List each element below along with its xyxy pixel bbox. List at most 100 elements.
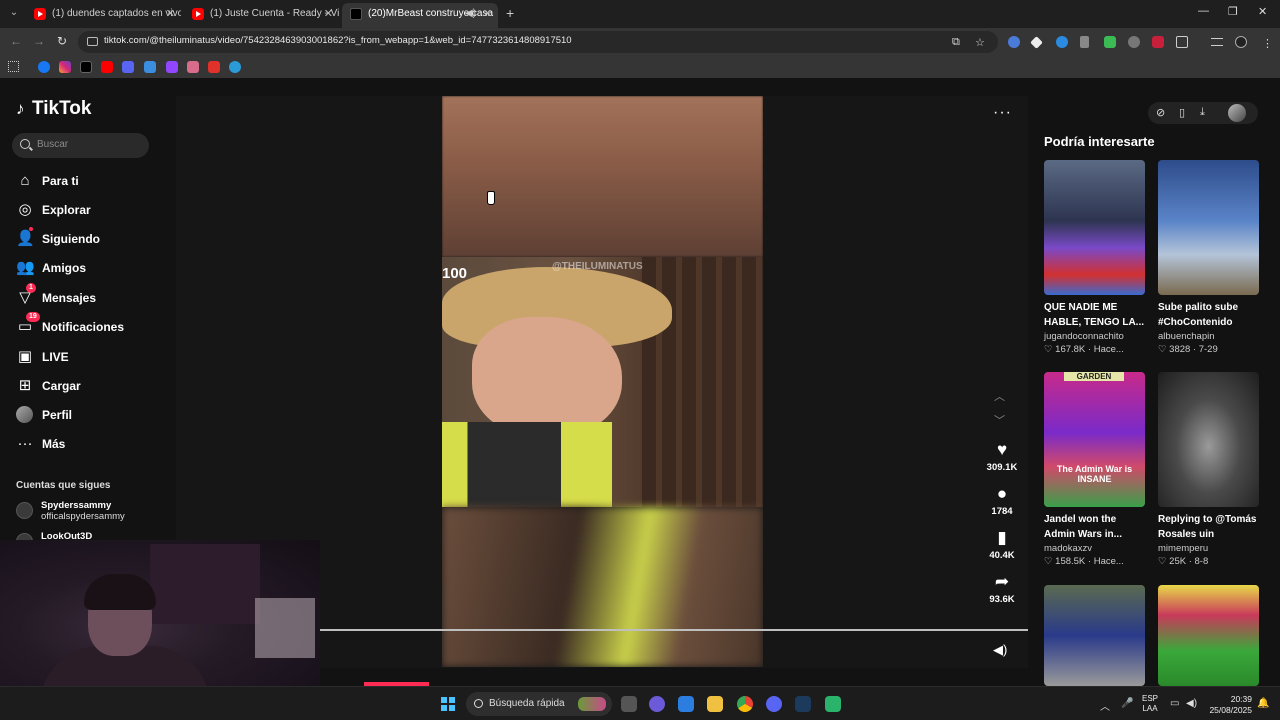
discord-icon[interactable] xyxy=(766,696,782,712)
input-language[interactable]: ESP LAA xyxy=(1142,694,1158,714)
more-options-icon[interactable]: ··· xyxy=(993,104,1012,122)
video-thumbnail[interactable] xyxy=(1158,160,1259,295)
next-video-icon[interactable]: ﹀ xyxy=(994,412,1005,428)
extension-icon[interactable] xyxy=(1128,36,1140,48)
nav-item-cargar[interactable]: ⊞ Cargar xyxy=(16,375,166,397)
card-title[interactable]: QUE NADIE ME HABLE, TENGO LA... xyxy=(1044,300,1145,330)
share-button[interactable]: ➦ 93.6K xyxy=(982,572,1022,605)
back-icon[interactable]: ← xyxy=(10,34,22,48)
suggested-video-card[interactable]: Replying to @Tomás Rosales uin especia..… xyxy=(1158,372,1259,567)
suggested-video-card[interactable]: QUE NADIE ME HABLE, TENGO LA... jugandoc… xyxy=(1044,160,1145,355)
system-clock[interactable]: 20:39 25/08/2025 xyxy=(1206,694,1252,716)
search-input[interactable]: Buscar xyxy=(12,133,149,158)
tray-overflow-icon[interactable]: ︿ xyxy=(1100,698,1110,713)
nav-item-siguiendo[interactable]: 👤 Siguiendo xyxy=(16,227,166,250)
store-icon[interactable] xyxy=(678,696,694,712)
close-window-icon[interactable]: ✕ xyxy=(1258,5,1267,18)
suggested-video-card[interactable] xyxy=(1158,585,1259,686)
profile-avatar[interactable] xyxy=(1235,36,1247,48)
apps-grid-icon[interactable] xyxy=(8,61,19,72)
nav-item-notificaciones[interactable]: ▭ 19 Notificaciones xyxy=(16,312,166,338)
suggested-video-card[interactable]: GARDEN The Admin War is INSANE Jandel wo… xyxy=(1044,372,1145,567)
save-button[interactable]: ▮ 40.4K xyxy=(982,528,1022,561)
site-info-icon[interactable] xyxy=(87,37,98,46)
bookmark-star-icon[interactable]: ☆ xyxy=(975,36,985,49)
nav-item-live[interactable]: ▣ LIVE xyxy=(16,346,166,368)
following-account[interactable]: Spyderssammy officalspydersammy xyxy=(16,500,166,522)
browser-menu-icon[interactable]: ⋮ xyxy=(1262,37,1273,50)
suggested-video-card[interactable]: Sube palito sube #ChoContenido albuencha… xyxy=(1158,160,1259,355)
video-thumbnail[interactable] xyxy=(1158,372,1259,507)
extension-icon[interactable] xyxy=(1104,36,1116,48)
extension-icon[interactable] xyxy=(1056,36,1068,48)
discord-icon[interactable] xyxy=(122,61,134,73)
nav-item-mensajes[interactable]: ▽ 1 Mensajes xyxy=(16,283,166,309)
new-tab-button[interactable]: + xyxy=(506,5,514,21)
bookmark-icon[interactable] xyxy=(187,61,199,73)
task-view-icon[interactable] xyxy=(621,696,637,712)
card-title[interactable]: Replying to @Tomás Rosales uin especia..… xyxy=(1158,512,1259,542)
video-thumbnail[interactable] xyxy=(1044,160,1145,295)
bookmark-icon[interactable] xyxy=(208,61,220,73)
device-icon[interactable]: ▯ xyxy=(1179,106,1185,119)
comment-button[interactable]: ● 1784 xyxy=(982,484,1022,517)
reading-list-icon[interactable] xyxy=(1211,38,1223,46)
teams-icon[interactable] xyxy=(649,696,665,712)
reload-icon[interactable]: ↻ xyxy=(57,34,67,48)
card-title[interactable]: Sube palito sube #ChoContenido xyxy=(1158,300,1259,330)
suggested-video-card[interactable] xyxy=(1044,585,1145,686)
file-explorer-icon[interactable] xyxy=(707,696,723,712)
video-thumbnail[interactable]: GARDEN The Admin War is INSANE xyxy=(1044,372,1145,507)
extension-icon[interactable] xyxy=(1152,36,1164,48)
extension-icon[interactable] xyxy=(1030,36,1043,49)
download-icon[interactable]: ⤓ xyxy=(1200,106,1205,119)
windows-start-icon[interactable] xyxy=(441,697,455,711)
browser-tab-active[interactable]: (20)MrBeast construye casa ◀) ✕ xyxy=(342,3,498,28)
cast-icon[interactable]: ⧉ xyxy=(952,36,960,49)
extensions-puzzle-icon[interactable] xyxy=(1176,36,1188,48)
microphone-icon[interactable]: 🎤 xyxy=(1121,698,1133,709)
x-icon[interactable] xyxy=(80,61,92,73)
like-button[interactable]: ♥ 309.1K xyxy=(982,440,1022,473)
video-thumbnail[interactable] xyxy=(1044,585,1145,686)
youtube-icon[interactable] xyxy=(101,61,113,73)
browser-tab[interactable]: (1) Juste Cuenta - Ready - Vide ✕ xyxy=(184,3,339,25)
facebook-icon[interactable] xyxy=(38,61,50,73)
taskbar-search[interactable]: Búsqueda rápida xyxy=(466,692,612,716)
video[interactable]: 100 @THEILUMINATUS xyxy=(442,96,763,667)
card-author[interactable]: madokaxzv xyxy=(1044,543,1145,554)
previous-video-icon[interactable]: ︿ xyxy=(994,388,1005,404)
minimize-icon[interactable]: — xyxy=(1198,5,1209,17)
card-author[interactable]: albuenchapin xyxy=(1158,331,1259,342)
chrome-icon[interactable] xyxy=(737,696,753,712)
card-author[interactable]: jugandoconnachito xyxy=(1044,331,1145,342)
restore-icon[interactable]: ❐ xyxy=(1228,5,1238,18)
nav-item-explorar[interactable]: ◎ Explorar xyxy=(16,199,166,221)
tab-search-button[interactable]: ⌄ xyxy=(6,5,22,21)
nav-item-amigos[interactable]: 👥 Amigos xyxy=(16,257,166,279)
address-bar[interactable]: tiktok.com/@theiluminatus/video/75423284… xyxy=(78,31,998,53)
twitch-icon[interactable] xyxy=(166,61,178,73)
steam-icon[interactable] xyxy=(795,696,811,712)
coins-icon[interactable]: ⊘ xyxy=(1156,106,1165,119)
forward-icon[interactable]: → xyxy=(33,34,45,48)
nav-item-para-ti[interactable]: ⌂ Para ti xyxy=(16,170,166,192)
bookmark-icon[interactable] xyxy=(229,61,241,73)
video-progress-bar[interactable] xyxy=(320,629,1028,631)
network-icon[interactable]: ▭ xyxy=(1170,698,1179,709)
close-tab-icon[interactable]: ✕ xyxy=(483,3,492,25)
extension-icon[interactable] xyxy=(1008,36,1020,48)
audio-playing-icon[interactable]: ◀) xyxy=(465,3,476,25)
browser-tab[interactable]: (1) duendes captados en vivo 2 ✕ xyxy=(26,3,181,25)
video-thumbnail[interactable] xyxy=(1158,585,1259,686)
instagram-icon[interactable] xyxy=(59,61,71,73)
user-avatar[interactable] xyxy=(1228,104,1246,122)
close-tab-icon[interactable]: ✕ xyxy=(166,3,175,25)
volume-icon[interactable]: ◀) xyxy=(993,642,1007,658)
bookmark-icon[interactable] xyxy=(144,61,156,73)
notification-bell-icon[interactable]: 🔔 xyxy=(1257,698,1269,709)
tiktok-logo[interactable]: ♪ TikTok xyxy=(16,98,91,120)
app-icon[interactable] xyxy=(825,696,841,712)
close-tab-icon[interactable]: ✕ xyxy=(324,3,333,25)
speaker-icon[interactable]: ◀) xyxy=(1186,698,1197,709)
